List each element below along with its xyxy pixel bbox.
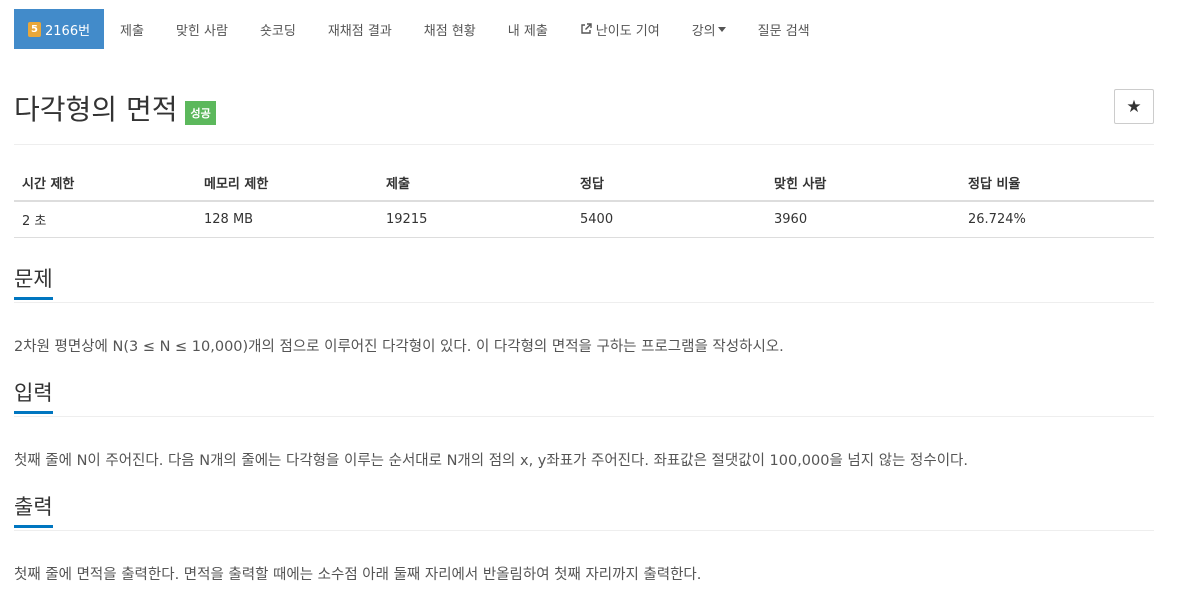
problem-heading: 문제 [14, 267, 53, 300]
table-header-row: 시간 제한 메모리 제한 제출 정답 맞힌 사람 정답 비율 [14, 165, 1154, 202]
value-accept-ratio: 26.724% [960, 201, 1154, 238]
nav-difficulty-contribution[interactable]: 난이도 기여 [564, 9, 676, 49]
input-section-header: 입력 [14, 381, 1154, 417]
nav-judge-status[interactable]: 채점 현황 [408, 9, 492, 49]
page-title: 다각형의 면적 [14, 93, 178, 126]
lectures-label: 강의 [691, 23, 716, 39]
header-submissions: 제출 [378, 165, 572, 202]
output-heading: 출력 [14, 495, 53, 528]
value-memory-limit: 128 MB [196, 201, 378, 238]
divider [14, 144, 1154, 145]
external-link-icon [581, 23, 592, 34]
value-accepted: 5400 [572, 201, 766, 238]
value-submissions: 19215 [378, 201, 572, 238]
tier-badge-icon: 5 [28, 21, 41, 37]
title-row: 다각형의 면적 성공 [14, 88, 216, 128]
nav-question-search[interactable]: 질문 검색 [742, 9, 826, 49]
problem-number-label: 2166번 [45, 23, 91, 39]
header-solved-users: 맞힌 사람 [766, 165, 960, 202]
output-description: 첫째 줄에 면적을 출력한다. 면적을 출력할 때에는 소수점 아래 둘째 자리… [14, 567, 702, 583]
input-description: 첫째 줄에 N이 주어진다. 다음 N개의 줄에는 다각형을 이루는 순서대로 … [14, 453, 968, 469]
nav-my-submissions[interactable]: 내 제출 [492, 9, 564, 49]
status-badge: 성공 [185, 101, 216, 125]
problem-section-header: 문제 [14, 267, 1154, 303]
header-memory-limit: 메모리 제한 [196, 165, 378, 202]
caret-down-icon [717, 26, 726, 32]
difficulty-contribution-label: 난이도 기여 [595, 23, 660, 39]
problem-description: 2차원 평면상에 N(3 ≤ N ≤ 10,000)개의 점으로 이루어진 다각… [14, 339, 784, 355]
value-time-limit: 2 초 [14, 201, 196, 238]
nav-solved-users[interactable]: 맞힌 사람 [160, 9, 244, 49]
value-solved-users: 3960 [766, 201, 960, 238]
problem-nav: 5 2166번 제출 맞힌 사람 숏코딩 재채점 결과 채점 현황 내 제출 난… [14, 9, 826, 49]
nav-submit[interactable]: 제출 [104, 9, 160, 49]
nav-rejudge-results[interactable]: 재채점 결과 [312, 9, 408, 49]
header-accepted: 정답 [572, 165, 766, 202]
header-time-limit: 시간 제한 [14, 165, 196, 202]
nav-short-coding[interactable]: 숏코딩 [244, 9, 312, 49]
problem-info-table: 시간 제한 메모리 제한 제출 정답 맞힌 사람 정답 비율 2 초 128 M… [14, 165, 1154, 238]
table-row: 2 초 128 MB 19215 5400 3960 26.724% [14, 201, 1154, 238]
nav-lectures-dropdown[interactable]: 강의 [676, 9, 742, 49]
star-button[interactable]: ★ [1114, 89, 1154, 124]
nav-problem-number[interactable]: 5 2166번 [14, 9, 105, 49]
output-section-header: 출력 [14, 495, 1154, 531]
input-heading: 입력 [14, 381, 53, 414]
header-accept-ratio: 정답 비율 [960, 165, 1154, 202]
